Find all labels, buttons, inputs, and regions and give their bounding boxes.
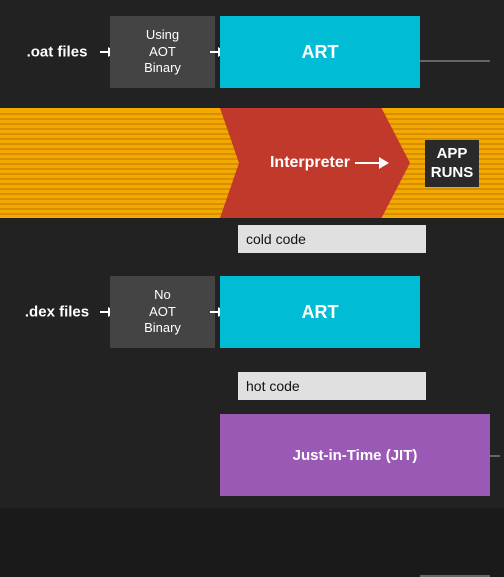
- arrow-line: [100, 51, 108, 53]
- middle-section: Interpreter APP RUNS: [0, 108, 504, 218]
- interpreter-label: Interpreter: [270, 154, 350, 172]
- hot-code-label: hot code: [238, 372, 426, 400]
- arrow-line4: [210, 311, 218, 313]
- art-bottom-label: ART: [302, 302, 339, 323]
- using-aot-box: Using AOT Binary: [110, 16, 215, 88]
- dex-files-label: .dex files: [12, 304, 102, 321]
- jit-section: Just-in-Time (JIT): [220, 414, 490, 496]
- app-runs-text: APP RUNS: [425, 140, 480, 187]
- interp-arrow-head: [379, 157, 389, 169]
- app-runs-line1: APP: [437, 145, 468, 162]
- hot-code-text: hot code: [246, 378, 300, 394]
- jit-right-line: [490, 455, 500, 457]
- art-box-bottom: ART: [220, 276, 420, 348]
- no-aot-box: No AOT Binary: [110, 276, 215, 348]
- no-aot-label: No AOT Binary: [144, 287, 181, 338]
- oat-files-label: .oat files: [12, 44, 102, 61]
- bottom-section: .dex files No AOT Binary ART: [0, 262, 504, 362]
- arrow-line2: [210, 51, 218, 53]
- app-runs-box: APP RUNS: [400, 108, 504, 218]
- app-runs-line2: RUNS: [431, 164, 474, 181]
- arrow-line3: [100, 311, 108, 313]
- art-top-label: ART: [302, 42, 339, 63]
- cold-code-text: cold code: [246, 231, 306, 247]
- interpreter-arrow: [355, 157, 395, 169]
- art-box-top: ART: [220, 16, 420, 88]
- top-right-connector: [420, 60, 490, 62]
- interp-arrow-line: [355, 162, 379, 164]
- top-section: .oat files Using AOT Binary ART: [0, 8, 504, 96]
- diagram-container: .oat files Using AOT Binary ART: [0, 0, 504, 508]
- jit-label: Just-in-Time (JIT): [293, 447, 418, 464]
- using-aot-label: Using AOT Binary: [144, 27, 181, 78]
- cold-code-label: cold code: [238, 225, 426, 253]
